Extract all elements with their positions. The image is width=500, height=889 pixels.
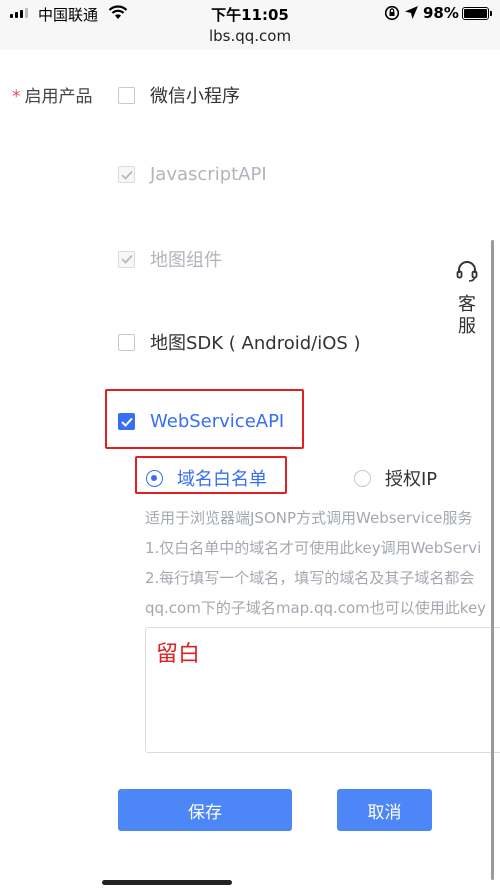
radio-label: 域名白名单 xyxy=(177,469,267,490)
page: 中国联通 下午11:05 98% lbs.qq.com * 启用产品 微信小程序 … xyxy=(0,0,500,889)
check-icon xyxy=(120,417,133,427)
field-label: * 启用产品 xyxy=(12,82,93,107)
checkbox-box[interactable] xyxy=(118,86,135,104)
service-label-char: 客 xyxy=(458,294,476,315)
help-text-line: 1.仅白名单中的域名才可使用此key调用WebServi xyxy=(145,539,482,557)
checkbox-wechat-miniprogram[interactable]: 微信小程序 xyxy=(118,82,240,108)
customer-service-button[interactable]: 客 服 xyxy=(452,258,482,338)
check-icon xyxy=(120,254,133,264)
checkbox-map-component: 地图组件 xyxy=(118,246,222,272)
checkbox-label: 地图组件 xyxy=(150,250,222,271)
cancel-button[interactable]: 取消 xyxy=(337,789,432,831)
help-text-line: 2.每行填写一个域名，填写的域名及其子域名都会 xyxy=(145,569,475,587)
radio-authorized-ip[interactable]: 授权IP xyxy=(354,465,437,491)
radio-button[interactable] xyxy=(354,469,371,487)
checkbox-label: WebServiceAPI xyxy=(150,411,285,432)
checkbox-javascript-api: JavascriptAPI xyxy=(118,164,267,185)
save-button[interactable]: 保存 xyxy=(118,789,292,831)
checkbox-box[interactable] xyxy=(118,333,135,351)
battery-percent: 98% xyxy=(423,4,459,22)
required-mark: * xyxy=(12,87,21,107)
domain-whitelist-textarea[interactable]: 留白 xyxy=(145,627,500,753)
checkbox-box xyxy=(118,250,135,268)
checkbox-map-sdk[interactable]: 地图SDK ( Android/iOS ) xyxy=(118,329,361,355)
scrollbar[interactable] xyxy=(491,240,494,880)
service-label-char: 服 xyxy=(458,316,476,337)
help-text-line: 适用于浏览器端JSONP方式调用Webservice服务 xyxy=(145,509,473,527)
url-bar[interactable]: lbs.qq.com xyxy=(0,26,500,50)
location-arrow-icon xyxy=(404,5,419,24)
battery-fill xyxy=(464,9,487,18)
rotation-lock-icon xyxy=(384,5,400,25)
headset-icon xyxy=(452,258,482,290)
checkbox-label: 微信小程序 xyxy=(150,86,240,107)
radio-button[interactable] xyxy=(146,469,163,487)
radio-domain-whitelist[interactable]: 域名白名单 xyxy=(146,465,267,491)
checkbox-box xyxy=(118,166,135,183)
checkbox-label: 地图SDK ( Android/iOS ) xyxy=(150,333,361,354)
battery-icon xyxy=(462,7,492,20)
field-label-text: 启用产品 xyxy=(24,87,93,107)
checkbox-label: JavascriptAPI xyxy=(150,164,267,185)
checkbox-webservice-api[interactable]: WebServiceAPI xyxy=(118,411,284,432)
check-icon xyxy=(120,170,133,180)
home-indicator xyxy=(102,880,232,885)
checkbox-box[interactable] xyxy=(118,413,135,430)
status-bar: 中国联通 下午11:05 98% xyxy=(0,0,500,26)
help-text-line: qq.com下的子域名map.qq.com也可以使用此key xyxy=(145,599,487,617)
radio-label: 授权IP xyxy=(385,469,438,490)
